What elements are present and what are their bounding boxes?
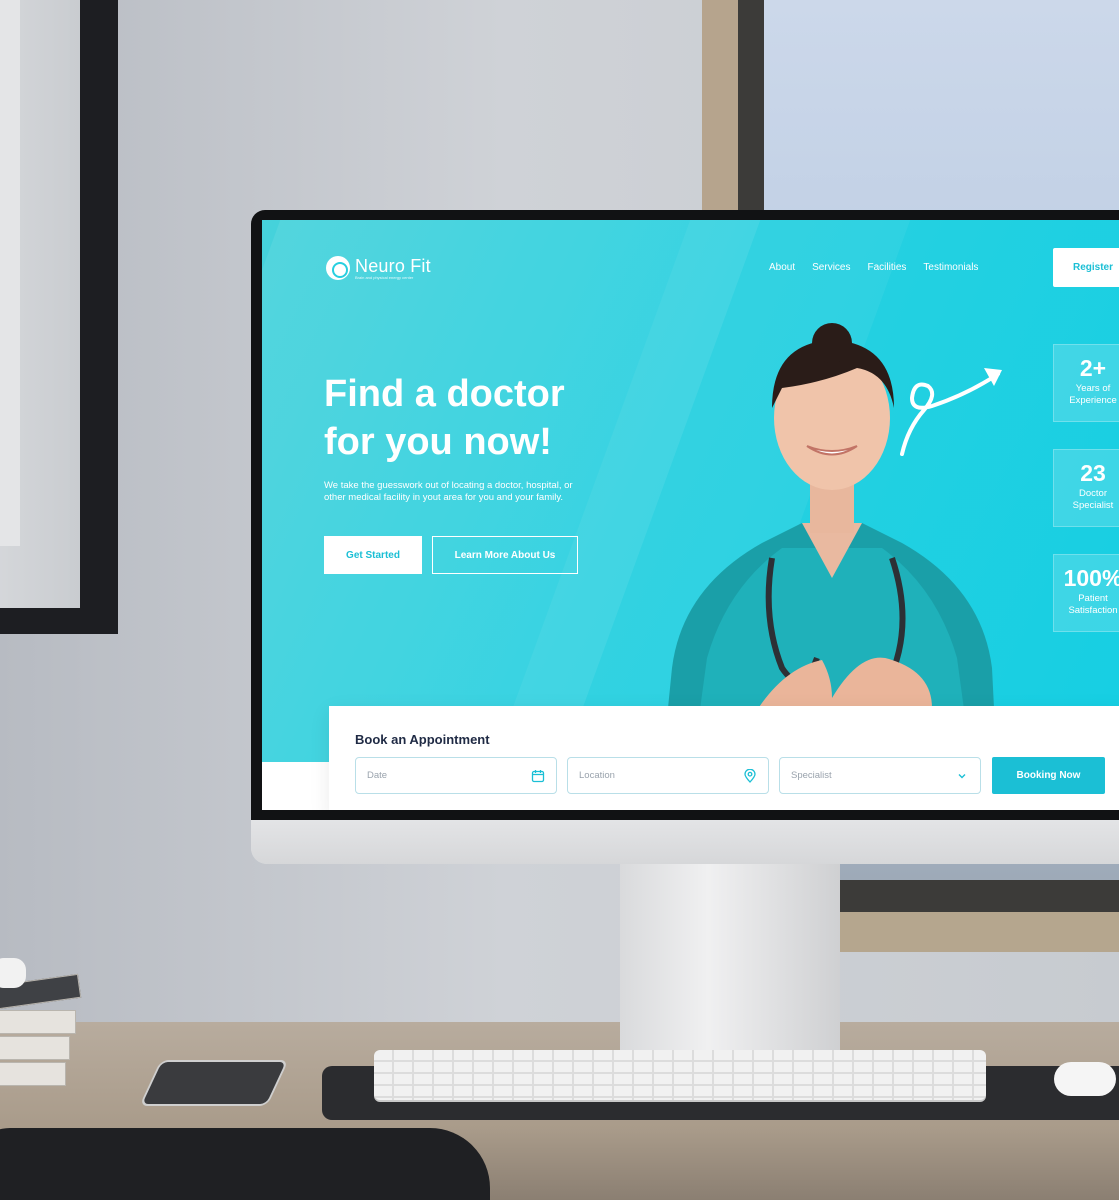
learn-more-button[interactable]: Learn More About Us [432, 536, 578, 574]
location-field[interactable]: Location [567, 757, 769, 794]
wall-picture-frame [0, 0, 118, 634]
register-button[interactable]: Register [1053, 248, 1119, 287]
smartphone [139, 1060, 289, 1106]
stat-label: Experience [1069, 395, 1117, 406]
chair [0, 1128, 490, 1200]
stat-value: 23 [1080, 460, 1106, 486]
specialist-select[interactable]: Specialist [779, 757, 981, 794]
stat-label: Specialist [1072, 500, 1114, 511]
nav-item-about[interactable]: About [769, 262, 795, 273]
arrow-squiggle-icon [900, 368, 1002, 456]
location-placeholder: Location [579, 770, 615, 781]
stat-label: Years of [1075, 383, 1111, 394]
stat-label: Satisfaction [1068, 605, 1118, 616]
stat-value: 2+ [1079, 355, 1107, 381]
mouse [1054, 1062, 1116, 1096]
frame-artwork [0, 0, 20, 546]
nav-item-services[interactable]: Services [812, 262, 850, 273]
get-started-button[interactable]: Get Started [324, 536, 422, 574]
monitor-chin [251, 820, 1119, 864]
date-field[interactable]: Date [355, 757, 557, 794]
brand-logo[interactable]: Neuro Fit Brain and physical energy cent… [326, 256, 431, 280]
book [0, 1062, 66, 1086]
hero-subtext: We take the guesswork out of locating a … [324, 480, 573, 503]
calendar-icon [531, 769, 545, 782]
stat-card-specialists: 23 Doctor Specialist [1053, 449, 1119, 527]
nav-item-testimonials[interactable]: Testimonials [923, 262, 978, 273]
book-stack [0, 973, 86, 1098]
keyboard [374, 1050, 986, 1100]
date-placeholder: Date [367, 770, 388, 781]
headline-line-1: Find a doctor [324, 373, 565, 415]
logo-text: Neuro Fit Brain and physical energy cent… [355, 257, 431, 280]
headline-line-2: for you now! [324, 421, 552, 463]
hero-section: Neuro Fit Brain and physical energy cent… [262, 220, 1119, 810]
book [0, 1036, 70, 1060]
earbuds-case [0, 958, 26, 988]
booking-card: Book an Appointment Date Location Specia… [329, 706, 1119, 810]
brand-name: Neuro Fit [355, 255, 431, 276]
stat-label: Doctor [1079, 488, 1107, 499]
main-nav: About Services Facilities Testimonials [769, 262, 978, 273]
window-ledge [838, 912, 1119, 952]
book [0, 1010, 76, 1034]
brain-logo-icon [326, 256, 350, 280]
stat-card-experience: 2+ Years of Experience [1053, 344, 1119, 422]
specialist-placeholder: Specialist [791, 770, 832, 781]
stat-label: Patient [1078, 593, 1108, 604]
stat-card-satisfaction: 100% Patient Satisfaction [1053, 554, 1119, 632]
website-screen: Neuro Fit Brain and physical energy cent… [262, 220, 1119, 810]
chevron-down-icon [958, 773, 966, 778]
booking-now-button[interactable]: Booking Now [992, 757, 1105, 794]
nav-item-facilities[interactable]: Facilities [868, 262, 907, 273]
hero-headline: Find a doctor for you now! [324, 370, 644, 466]
monitor-stand [620, 860, 840, 1050]
booking-title: Book an Appointment [355, 732, 490, 747]
stat-value: 100% [1063, 565, 1119, 591]
brand-tagline: Brain and physical energy center [355, 274, 414, 280]
location-pin-icon [744, 768, 756, 783]
